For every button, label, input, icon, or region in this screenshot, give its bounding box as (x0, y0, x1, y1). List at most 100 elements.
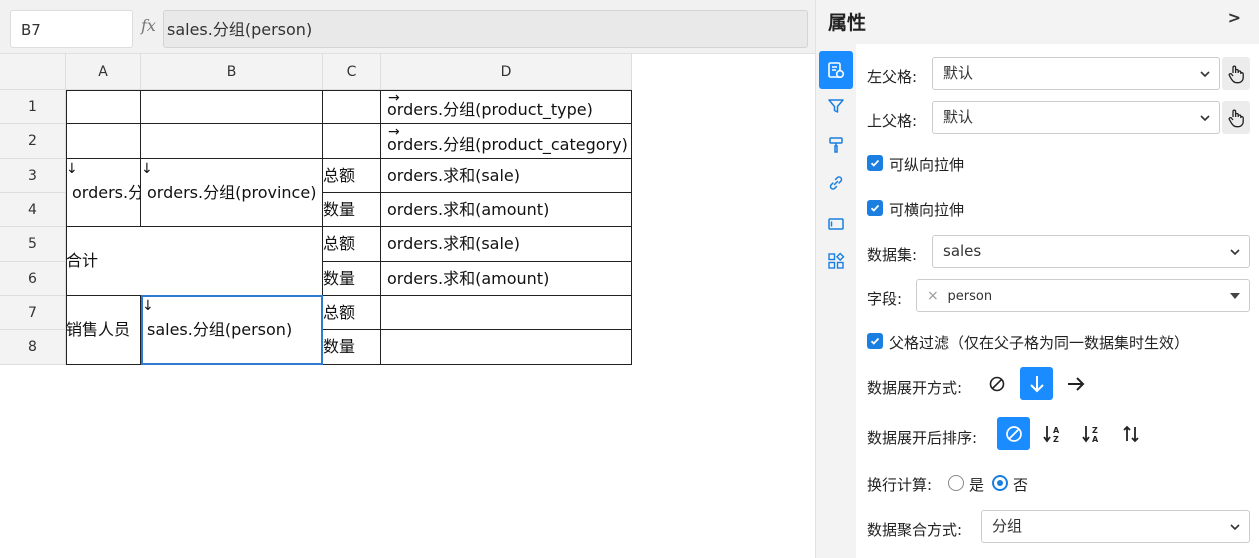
line-calc-no-radio[interactable] (992, 475, 1008, 491)
cell-c7-text: 总额 (323, 302, 356, 322)
cell-a1[interactable] (66, 90, 141, 124)
expand-right-button[interactable] (1059, 367, 1092, 400)
cell-b1[interactable] (141, 90, 323, 124)
expand-none-button[interactable] (980, 367, 1013, 400)
cell-b2[interactable] (141, 124, 323, 159)
line-calc-yes-label: 是 (969, 476, 985, 494)
dataset-label: 数据集: (867, 246, 918, 264)
row-header-1[interactable]: 1 (0, 90, 66, 124)
horizontal-stretch-checkbox[interactable] (867, 200, 883, 216)
cell-d2[interactable]: → orders.分组(product_category) (381, 124, 632, 159)
filter-icon[interactable] (821, 91, 851, 121)
formula-input[interactable]: sales.分组(person) (163, 10, 808, 48)
column-header-a[interactable]: A (66, 54, 141, 90)
svg-text:A: A (1053, 426, 1060, 435)
cell-d7[interactable] (381, 296, 632, 330)
left-parent-pick-button[interactable] (1222, 57, 1250, 90)
sort-descending-button[interactable]: ZA (1075, 417, 1108, 450)
link-icon[interactable] (821, 168, 851, 198)
cell-c8[interactable]: 数量 (323, 330, 381, 365)
left-parent-label: 左父格: (867, 68, 918, 86)
ban-icon (1005, 425, 1022, 442)
cell-c2[interactable] (323, 124, 381, 159)
cell-b7[interactable]: ↓ sales.分组(person) (141, 296, 323, 365)
cell-d3-text: orders.求和(sale) (387, 165, 521, 185)
panel-icon-rail (816, 44, 856, 558)
svg-text:Z: Z (1092, 426, 1098, 435)
sort-ascending-button[interactable]: AZ (1036, 417, 1069, 450)
dataset-select[interactable]: sales (932, 235, 1250, 268)
parent-filter-label: 父格过滤（仅在父子格为同一数据集时生效） (889, 334, 1190, 352)
cell-c6-text: 数量 (323, 268, 356, 288)
widget-icon[interactable] (821, 209, 851, 239)
formula-bar: B7 fx sales.分组(person) (0, 0, 815, 54)
field-tag: person (947, 289, 993, 304)
field-select[interactable]: × person (916, 279, 1250, 312)
row-header-7[interactable]: 7 (0, 296, 66, 330)
cell-c7[interactable]: 总额 (323, 296, 381, 330)
expand-down-button[interactable] (1020, 367, 1053, 400)
components-icon[interactable] (821, 246, 851, 276)
row-header-8[interactable]: 8 (0, 330, 66, 365)
cell-d8[interactable] (381, 330, 632, 365)
aggregation-label: 数据聚合方式: (867, 521, 963, 539)
checkmark-icon (870, 159, 880, 167)
left-parent-select[interactable]: 默认 (932, 57, 1220, 90)
format-brush-icon[interactable] (821, 130, 851, 160)
cell-b3-text: orders.分组(province) (147, 182, 317, 202)
cell-a7[interactable]: 销售人员 (66, 296, 141, 365)
horizontal-stretch-label: 可横向拉伸 (889, 201, 965, 219)
cell-a5-text: 合计 (66, 251, 99, 270)
tag-remove-icon[interactable]: × (927, 288, 939, 304)
cell-c4[interactable]: 数量 (323, 193, 381, 227)
cell-d5[interactable]: orders.求和(sale) (381, 227, 632, 262)
row-header-2[interactable]: 2 (0, 124, 66, 159)
cell-b7-text: sales.分组(person) (147, 320, 293, 339)
ban-icon (989, 376, 1004, 391)
collapse-panel-button[interactable]: > (1228, 8, 1241, 27)
aggregation-select[interactable]: 分组 (981, 510, 1250, 543)
cell-b3[interactable]: ↓ orders.分组(province) (141, 159, 323, 227)
sort-none-button[interactable] (997, 417, 1030, 450)
top-parent-label: 上父格: (867, 112, 918, 130)
panel-title: 属性 (828, 12, 867, 34)
cell-reference-box[interactable]: B7 (10, 10, 133, 48)
expand-right-arrow-icon: → (388, 90, 400, 106)
expand-down-arrow-icon: ↓ (66, 161, 78, 177)
cell-c3[interactable]: 总额 (323, 159, 381, 193)
cell-c6[interactable]: 数量 (323, 262, 381, 296)
svg-text:A: A (1092, 435, 1099, 444)
line-calc-yes-radio[interactable] (948, 475, 964, 491)
cell-a2[interactable] (66, 124, 141, 159)
corner-header[interactable] (0, 54, 66, 90)
sort-custom-button[interactable] (1114, 417, 1147, 450)
top-parent-select[interactable]: 默认 (932, 101, 1220, 134)
cell-d6-text: orders.求和(amount) (387, 268, 550, 288)
row-header-4[interactable]: 4 (0, 193, 66, 227)
cell-c1[interactable] (323, 90, 381, 124)
column-header-d[interactable]: D (381, 54, 632, 90)
vertical-stretch-checkbox[interactable] (867, 155, 883, 171)
cell-a3[interactable]: ↓ orders.分组(city) (66, 159, 141, 227)
row-header-5[interactable]: 5 (0, 227, 66, 262)
arrow-right-icon (1067, 376, 1084, 391)
top-parent-pick-button[interactable] (1222, 101, 1250, 134)
parent-filter-checkbox[interactable] (867, 333, 883, 349)
column-header-b[interactable]: B (141, 54, 323, 90)
row-header-6[interactable]: 6 (0, 262, 66, 296)
line-calc-no-label: 否 (1013, 476, 1029, 494)
cell-d1[interactable]: → orders.分组(product_type) (381, 90, 632, 124)
checkmark-icon (870, 204, 880, 212)
cell-c5[interactable]: 总额 (323, 227, 381, 262)
cell-settings-icon[interactable] (819, 51, 853, 89)
cell-d4[interactable]: orders.求和(amount) (381, 193, 632, 227)
fx-icon: fx (141, 16, 156, 35)
column-header-c[interactable]: C (323, 54, 381, 90)
cell-a5[interactable]: 合计 (66, 227, 323, 296)
cell-d5-text: orders.求和(sale) (387, 234, 521, 253)
sort-arrows-icon (1122, 425, 1139, 442)
cell-d6[interactable]: orders.求和(amount) (381, 262, 632, 296)
cell-d3[interactable]: orders.求和(sale) (381, 159, 632, 193)
dataset-value: sales (943, 242, 982, 260)
row-header-3[interactable]: 3 (0, 159, 66, 193)
